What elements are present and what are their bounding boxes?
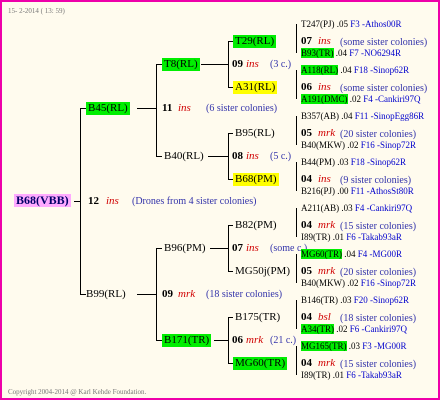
g2-ins: mrk [246, 334, 264, 346]
g4-row[interactable]: T247(PJ) .05 F3 -Athos00R [301, 18, 402, 31]
g4-row[interactable]: B216(PJ) .00 F11 -AthosSt80R [301, 185, 414, 198]
connector [296, 70, 297, 99]
connector [210, 248, 228, 249]
g3-node[interactable]: MG60(TR) [233, 357, 288, 370]
connector [228, 225, 233, 226]
lower-note: (18 sister colonies) [206, 289, 283, 300]
g2-node[interactable]: B96(PM) [164, 242, 206, 255]
upper-note: (6 sister colonies) [206, 103, 278, 114]
connector [296, 116, 297, 145]
upper-num: 11 [162, 102, 173, 114]
g4-row[interactable]: I89(TR) .01 F6 -Takab93aR [301, 369, 402, 382]
connector [296, 162, 297, 191]
g4-row[interactable]: B40(MKW) .02 F16 -Sinop72R [301, 139, 416, 152]
g3-node[interactable]: B82(PM) [235, 219, 277, 232]
g2-note: (3 c.) [270, 59, 292, 70]
connector [228, 271, 233, 272]
connector [228, 225, 229, 271]
g4-row[interactable]: B40(MKW) .02 F16 -Sinop72R [301, 277, 416, 290]
root-queen[interactable]: B68(VBB) [14, 194, 71, 207]
g3-node[interactable]: B95(RL) [235, 127, 275, 140]
g2-num: 07 [232, 242, 243, 254]
g2-num: 09 [232, 58, 243, 70]
g3-node[interactable]: T29(RL) [233, 35, 277, 48]
connector [228, 317, 233, 318]
connector [296, 346, 297, 375]
connector [228, 41, 229, 87]
g2-node[interactable]: B171(TR) [162, 334, 212, 347]
connector [228, 133, 233, 134]
connector [208, 156, 228, 157]
g4-row[interactable]: A211(AB) .03 F4 -Cankiri97Q [301, 202, 412, 215]
connector [80, 108, 81, 294]
g4-row[interactable]: MG165(TR) .03 F3 -MG00R [301, 340, 407, 353]
g4-row[interactable]: B93(TR) .04 F7 -NO6294R [301, 47, 401, 60]
g4-row[interactable]: B44(PM) .03 F18 -Sinop62R [301, 156, 406, 169]
g2-node[interactable]: B40(RL) [164, 150, 204, 163]
g2-num: 06 [232, 334, 243, 346]
connector [137, 108, 156, 109]
connector [156, 248, 162, 249]
lower-num: 09 [162, 288, 173, 300]
sire-upper[interactable]: B45(RL) [86, 102, 130, 115]
connector [74, 201, 80, 202]
timestamp: 15- 2-2014 ( 13: 59) [8, 7, 65, 15]
connector [296, 24, 297, 53]
g2-ins: ins [246, 58, 259, 70]
connector [156, 64, 157, 156]
g4-row[interactable]: I89(TR) .01 F6 -Takab93aR [301, 231, 402, 244]
connector [201, 64, 228, 65]
g4-row[interactable]: A34(TR) .02 F6 -Cankiri97Q [301, 323, 407, 336]
connector [156, 156, 162, 157]
connector [228, 317, 229, 363]
upper-ins: ins [178, 102, 191, 114]
g2-node[interactable]: T8(RL) [162, 58, 200, 71]
g2-note: (21 c.) [270, 335, 297, 346]
g3-node[interactable]: B68(PM) [233, 173, 279, 186]
g4-row[interactable]: MG60(TR) .04 F4 -MG00R [301, 248, 402, 261]
g2-ins: ins [246, 242, 259, 254]
root-note: (Drones from 4 sister colonies) [132, 196, 257, 207]
g2-num: 08 [232, 150, 243, 162]
sire-lower[interactable]: B99(RL) [86, 288, 126, 301]
connector [296, 208, 297, 237]
g3-node[interactable]: B175(TR) [235, 311, 280, 324]
copyright: Copyright 2004-2014 @ Karl Kehde Foundat… [8, 388, 147, 396]
g3-node[interactable]: A31(RL) [233, 81, 278, 94]
connector [214, 340, 228, 341]
connector [296, 254, 297, 283]
g4-row[interactable]: A191(DMC) .02 F4 -Cankiri97Q [301, 93, 421, 106]
root-ins: ins [106, 195, 119, 207]
g2-note: (5 c.) [270, 151, 292, 162]
connector [156, 248, 157, 340]
lower-ins: mrk [178, 288, 196, 300]
connector [137, 294, 156, 295]
root-num: 12 [88, 195, 99, 207]
connector [296, 300, 297, 329]
g2-ins: ins [246, 150, 259, 162]
g4-row[interactable]: A118(RL) .04 F18 -Sinop62R [301, 64, 409, 77]
g4-row[interactable]: B146(TR) .03 F20 -Sinop62R [301, 294, 409, 307]
pedigree-frame: 15- 2-2014 ( 13: 59) B68(VBB) 12 ins (Dr… [0, 0, 440, 400]
connector [228, 133, 229, 179]
g4-row[interactable]: B357(AB) .04 F11 -SinopEgg86R [301, 110, 424, 123]
g3-node[interactable]: MG50j(PM) [235, 265, 290, 278]
